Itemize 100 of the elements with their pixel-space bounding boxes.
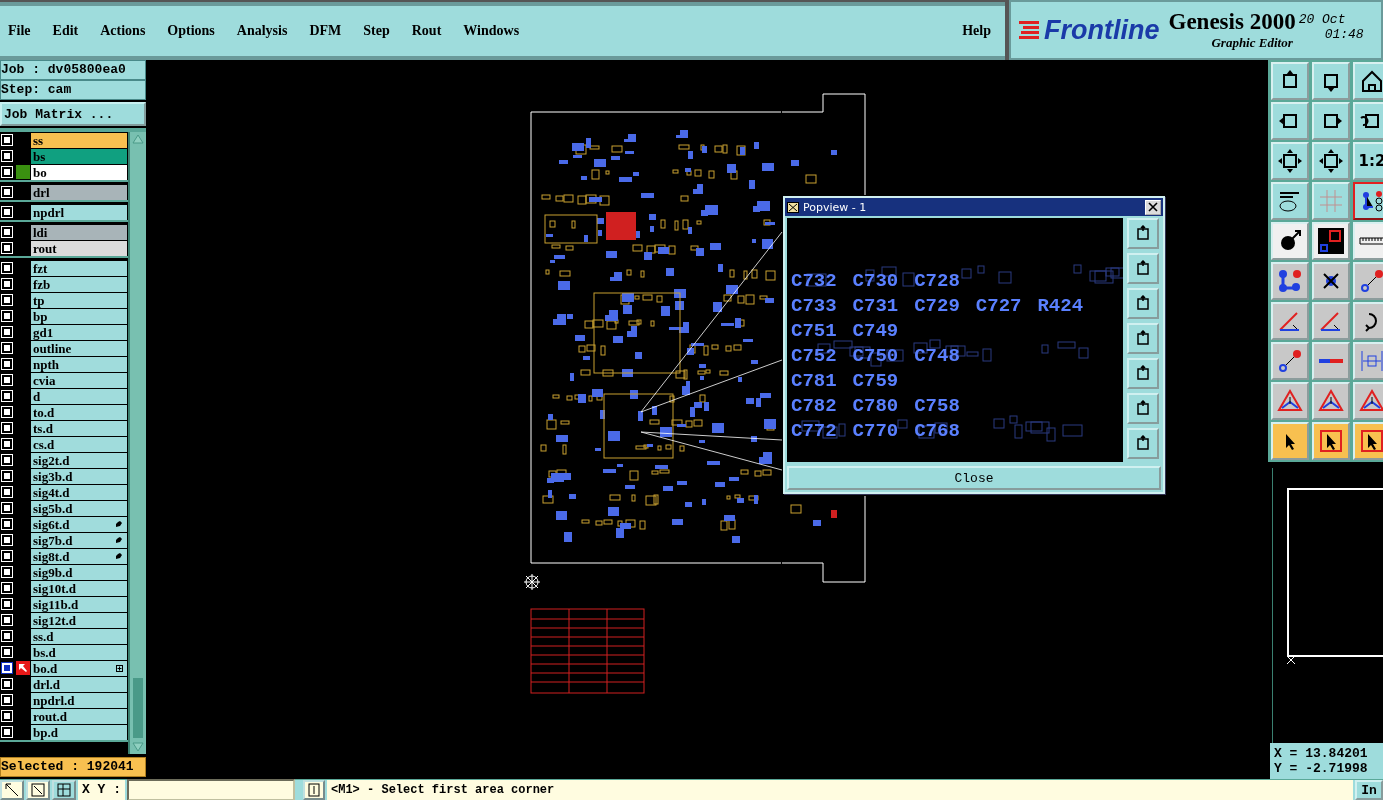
layer-row[interactable]: bs xyxy=(0,148,128,164)
layer-checkbox[interactable] xyxy=(2,727,12,737)
layer-checkbox[interactable] xyxy=(2,343,12,353)
layer-name[interactable]: ss.d xyxy=(31,628,127,644)
scrollbar[interactable] xyxy=(128,132,146,754)
layer-row[interactable]: cvia xyxy=(0,372,128,388)
layer-row[interactable]: ss xyxy=(0,132,128,148)
layer-checkbox[interactable] xyxy=(2,359,12,369)
layer-checkbox[interactable] xyxy=(2,679,12,689)
layer-name[interactable]: bs xyxy=(31,148,127,164)
view-tool-button[interactable] xyxy=(1127,253,1159,284)
layer-name[interactable]: sig9b.d xyxy=(31,564,127,580)
close-button[interactable]: Close xyxy=(787,466,1161,490)
layer-name[interactable]: sig6t.d xyxy=(31,516,127,532)
layer-checkbox[interactable] xyxy=(2,599,12,609)
layer-name[interactable]: rout xyxy=(31,240,127,256)
layer-row[interactable]: bo xyxy=(0,164,128,180)
layer-row[interactable]: cs.d xyxy=(0,436,128,452)
layer-name[interactable]: sig10t.d xyxy=(31,580,127,596)
layer-name[interactable]: d xyxy=(31,388,127,404)
layer-checkbox[interactable] xyxy=(2,615,12,625)
layer-row[interactable]: gd1 xyxy=(0,324,128,340)
layer-row[interactable]: sig6t.d xyxy=(0,516,128,532)
layer-row[interactable]: npth xyxy=(0,356,128,372)
layer-row[interactable]: outline xyxy=(0,340,128,356)
layer-name[interactable]: sig7b.d xyxy=(31,532,127,548)
layer-checkbox[interactable] xyxy=(2,135,12,145)
view-tool-button[interactable] xyxy=(1127,358,1159,389)
layer-row[interactable]: sig8t.d xyxy=(0,548,128,564)
layer-name[interactable]: rout.d xyxy=(31,708,127,724)
layer-row[interactable]: sig9b.d xyxy=(0,564,128,580)
layer-row[interactable]: bp xyxy=(0,308,128,324)
layer-row[interactable]: d xyxy=(0,388,128,404)
layer-checkbox[interactable] xyxy=(2,207,12,217)
layer-row[interactable]: tp xyxy=(0,292,128,308)
layer-name[interactable]: sig2t.d xyxy=(31,452,127,468)
layer-name[interactable]: bs.d xyxy=(31,644,127,660)
layer-row[interactable]: sig11b.d xyxy=(0,596,128,612)
layer-row[interactable]: sig5b.d xyxy=(0,500,128,516)
layer-name[interactable]: npdrl.d xyxy=(31,692,127,708)
layer-checkbox[interactable] xyxy=(2,263,12,273)
layer-checkbox[interactable] xyxy=(2,503,12,513)
layer-name[interactable]: sig11b.d xyxy=(31,596,127,612)
layer-name[interactable]: outline xyxy=(31,340,127,356)
layer-name[interactable]: bp xyxy=(31,308,127,324)
layer-checkbox[interactable] xyxy=(2,535,12,545)
overview-map[interactable] xyxy=(1272,468,1383,743)
in-button[interactable]: In xyxy=(1355,780,1383,800)
layer-checkbox[interactable] xyxy=(2,375,12,385)
layer-row[interactable]: drl xyxy=(0,184,128,200)
menu-item[interactable]: Analysis xyxy=(236,23,288,39)
layer-checkbox[interactable] xyxy=(2,151,12,161)
layer-checkbox[interactable] xyxy=(2,327,12,337)
layer-checkbox[interactable] xyxy=(2,519,12,529)
layer-row[interactable]: rout xyxy=(0,240,128,256)
menu-item[interactable]: Actions xyxy=(100,23,146,39)
layer-row[interactable]: ldi xyxy=(0,224,128,240)
cursor-button[interactable] xyxy=(303,780,325,800)
layer-name[interactable]: drl xyxy=(31,184,127,200)
layer-row[interactable]: npdrl xyxy=(0,204,128,220)
menu-item[interactable]: Options xyxy=(167,23,215,39)
layer-checkbox[interactable] xyxy=(2,439,12,449)
menu-item[interactable]: Step xyxy=(363,23,390,39)
layer-row[interactable]: sig10t.d xyxy=(0,580,128,596)
view-tool-button[interactable] xyxy=(1127,323,1159,354)
layer-name[interactable]: sig5b.d xyxy=(31,500,127,516)
layer-row[interactable]: rout.d xyxy=(0,708,128,724)
layer-checkbox[interactable] xyxy=(2,227,12,237)
tool-button[interactable] xyxy=(1353,182,1383,220)
xy-input-field[interactable] xyxy=(127,779,295,800)
layer-checkbox[interactable] xyxy=(2,711,12,721)
menu-item[interactable]: Rout xyxy=(411,23,442,39)
layer-name[interactable]: to.d xyxy=(31,404,127,420)
layer-checkbox[interactable] xyxy=(2,295,12,305)
layer-row[interactable]: bs.d xyxy=(0,644,128,660)
layer-name[interactable]: tp xyxy=(31,292,127,308)
layer-row[interactable]: npdrl.d xyxy=(0,692,128,708)
layer-name[interactable]: bp.d xyxy=(31,724,127,740)
menu-item[interactable]: Edit xyxy=(52,23,79,39)
pointer-button[interactable] xyxy=(0,780,24,800)
layer-row[interactable]: sig12t.d xyxy=(0,612,128,628)
layer-row[interactable]: fzt xyxy=(0,260,128,276)
view-tool-button[interactable] xyxy=(1127,393,1159,424)
layer-checkbox[interactable] xyxy=(2,631,12,641)
job-matrix-button[interactable]: Job Matrix ... xyxy=(0,102,146,126)
view-tool-button[interactable] xyxy=(1127,288,1159,319)
scroll-thumb[interactable] xyxy=(133,678,143,738)
layer-checkbox[interactable] xyxy=(2,695,12,705)
layer-name[interactable]: ldi xyxy=(31,224,127,240)
layer-name[interactable]: cvia xyxy=(31,372,127,388)
layer-row[interactable]: ss.d xyxy=(0,628,128,644)
layer-row[interactable]: bp.d xyxy=(0,724,128,740)
layer-checkbox[interactable] xyxy=(2,583,12,593)
layer-name[interactable]: bo.d xyxy=(31,660,127,676)
layer-checkbox[interactable] xyxy=(2,311,12,321)
layer-checkbox[interactable] xyxy=(2,279,12,289)
layer-checkbox[interactable] xyxy=(2,551,12,561)
layer-checkbox[interactable] xyxy=(2,423,12,433)
layer-name[interactable]: ss xyxy=(31,132,127,148)
layer-name[interactable]: sig12t.d xyxy=(31,612,127,628)
